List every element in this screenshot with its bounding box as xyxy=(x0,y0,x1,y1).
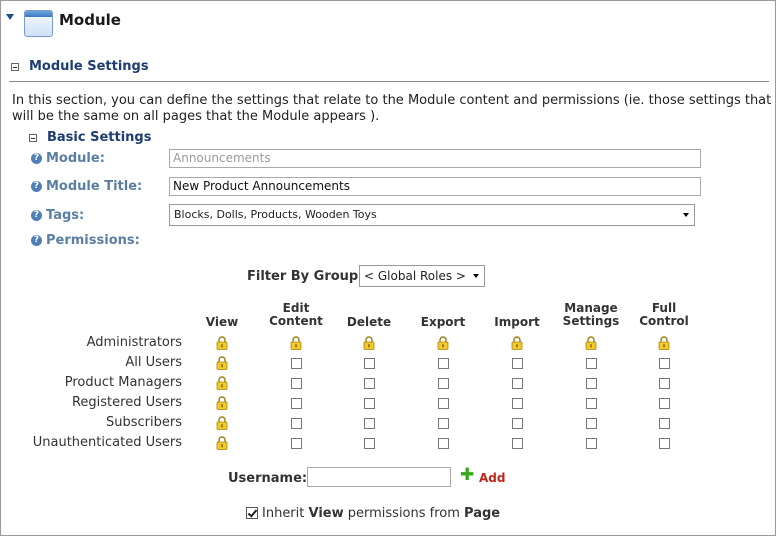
lock-icon xyxy=(216,376,228,390)
permission-checkbox[interactable] xyxy=(364,438,375,449)
permission-column-header-line: View xyxy=(205,315,239,329)
lock-icon xyxy=(216,336,228,350)
permission-checkbox[interactable] xyxy=(512,378,523,389)
add-user-link[interactable]: Add xyxy=(479,471,505,485)
permission-role-label: Product Managers xyxy=(64,375,182,390)
permission-column-header-line: Settings xyxy=(562,314,620,328)
permission-checkbox[interactable] xyxy=(512,438,523,449)
permission-column-header: Full Control xyxy=(624,302,704,328)
permission-checkbox[interactable] xyxy=(512,418,523,429)
permission-role-label: All Users xyxy=(125,355,182,370)
permission-checkbox[interactable] xyxy=(364,418,375,429)
lock-icon xyxy=(658,336,670,350)
permission-checkbox[interactable] xyxy=(438,398,449,409)
permission-checkbox[interactable] xyxy=(291,418,302,429)
inherit-view-checkbox[interactable] xyxy=(246,507,258,519)
lock-icon xyxy=(437,336,449,350)
lock-icon xyxy=(511,336,523,350)
permission-checkbox[interactable] xyxy=(364,398,375,409)
permission-role-label: Registered Users xyxy=(71,395,182,410)
permission-role-label: Subscribers xyxy=(106,415,182,430)
permission-column-header-line: Control xyxy=(639,314,689,328)
permission-column-header-line: Export xyxy=(420,315,466,329)
permission-column-header: Edit Content xyxy=(256,302,336,328)
permission-checkbox[interactable] xyxy=(659,438,670,449)
permission-checkbox[interactable] xyxy=(659,378,670,389)
lock-icon xyxy=(216,436,228,450)
permission-column-header: Delete xyxy=(329,316,409,329)
permission-checkbox[interactable] xyxy=(659,418,670,429)
module-settings-panel: Module Module Settings In this section, … xyxy=(0,0,776,536)
permission-checkbox[interactable] xyxy=(291,438,302,449)
permission-column-header-line: Import xyxy=(494,315,540,329)
permission-checkbox[interactable] xyxy=(438,418,449,429)
permission-column-header-line: Delete xyxy=(346,315,392,329)
permission-checkbox[interactable] xyxy=(512,398,523,409)
lock-icon xyxy=(363,336,375,350)
permission-role-label: Unauthenticated Users xyxy=(32,435,182,450)
permission-checkbox[interactable] xyxy=(291,358,302,369)
permission-role-label: Administrators xyxy=(86,335,182,350)
lock-icon xyxy=(216,356,228,370)
lock-icon xyxy=(290,336,302,350)
permission-checkbox[interactable] xyxy=(586,438,597,449)
permission-checkbox[interactable] xyxy=(364,378,375,389)
permission-checkbox[interactable] xyxy=(586,358,597,369)
permission-checkbox[interactable] xyxy=(291,378,302,389)
permission-checkbox[interactable] xyxy=(659,398,670,409)
lock-icon xyxy=(585,336,597,350)
inherit-view-label: Inherit View permissions from Page xyxy=(262,506,501,521)
permission-column-header: View xyxy=(182,316,262,329)
add-plus-icon[interactable]: ✚ xyxy=(460,467,474,484)
permissions-grid: View Edit Content Delete Export Import Manage S… xyxy=(1,1,776,461)
permission-column-header: Manage Settings xyxy=(551,302,631,328)
permission-checkbox[interactable] xyxy=(364,358,375,369)
permission-checkbox[interactable] xyxy=(438,358,449,369)
permission-column-header: Import xyxy=(477,316,557,329)
permission-checkbox[interactable] xyxy=(659,358,670,369)
permission-checkbox[interactable] xyxy=(438,378,449,389)
lock-icon xyxy=(216,416,228,430)
lock-icon xyxy=(216,396,228,410)
permission-checkbox[interactable] xyxy=(586,378,597,389)
permission-checkbox[interactable] xyxy=(586,398,597,409)
permission-column-header-line: Content xyxy=(269,314,323,328)
username-input[interactable] xyxy=(307,467,451,487)
username-label: Username: xyxy=(228,471,308,486)
permission-checkbox[interactable] xyxy=(512,358,523,369)
permission-checkbox[interactable] xyxy=(291,398,302,409)
permission-column-header: Export xyxy=(403,316,483,329)
permission-checkbox[interactable] xyxy=(438,438,449,449)
permission-checkbox[interactable] xyxy=(586,418,597,429)
